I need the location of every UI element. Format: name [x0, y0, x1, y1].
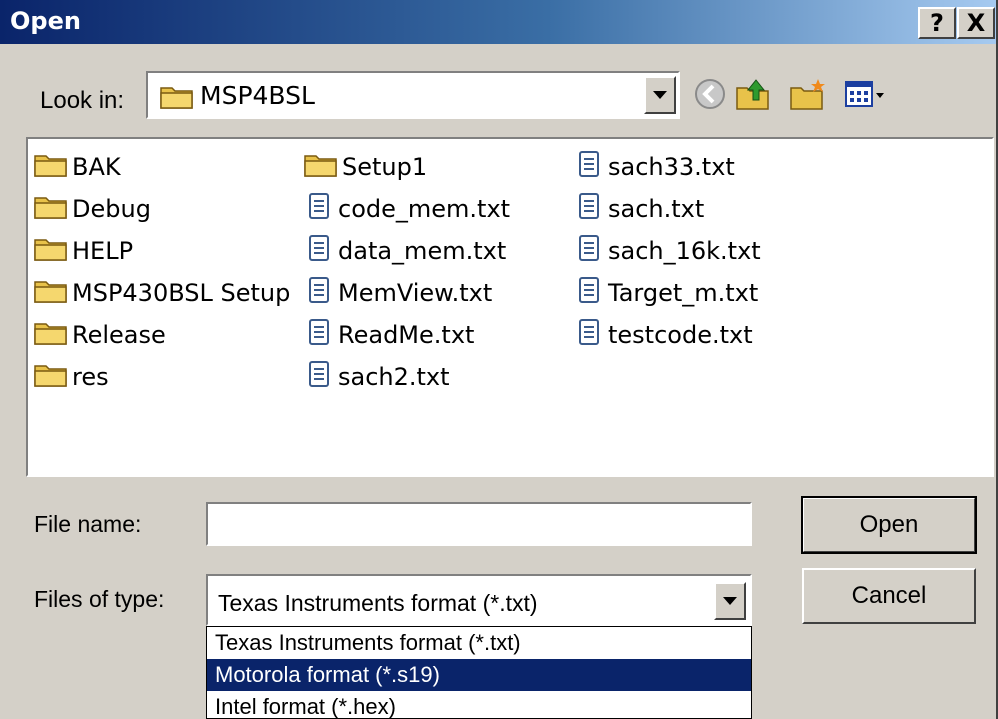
list-item[interactable]: MemView.txt	[304, 276, 492, 310]
list-item[interactable]: sach33.txt	[574, 150, 735, 184]
open-dialog: Open ? X Look in: MSP4BSL BAK Debug HELP…	[0, 0, 998, 719]
text-file-icon	[304, 359, 338, 395]
file-name: Debug	[72, 195, 151, 223]
list-item[interactable]: testcode.txt	[574, 318, 753, 352]
new-folder-icon[interactable]	[788, 76, 828, 117]
text-file-icon	[574, 191, 608, 227]
cancel-button[interactable]: Cancel	[802, 568, 976, 624]
dropdown-option[interactable]: Intel format (*.hex)	[207, 691, 751, 718]
look-in-dropdown-button[interactable]	[644, 76, 676, 114]
folder-icon	[34, 277, 72, 309]
dropdown-option-selected[interactable]: Motorola format (*.s19)	[207, 659, 751, 691]
file-name: BAK	[72, 153, 121, 181]
file-name: data_mem.txt	[338, 237, 507, 265]
files-of-type-label: Files of type:	[34, 586, 165, 612]
text-file-icon	[574, 317, 608, 353]
chevron-down-icon	[723, 597, 737, 605]
file-name: sach33.txt	[608, 153, 735, 181]
close-button[interactable]: X	[957, 7, 995, 39]
folder-icon	[34, 193, 72, 225]
chevron-down-icon	[653, 91, 667, 99]
file-name: HELP	[72, 237, 134, 265]
file-name: sach2.txt	[338, 363, 450, 391]
file-name-field[interactable]	[206, 502, 752, 546]
file-name: MemView.txt	[338, 279, 493, 307]
dialog-title: Open	[10, 7, 81, 35]
text-file-icon	[304, 317, 338, 353]
file-name: ReadMe.txt	[338, 321, 475, 349]
folder-icon	[34, 319, 72, 351]
list-item[interactable]: Debug	[34, 192, 151, 226]
text-file-icon	[574, 149, 608, 185]
text-file-icon	[574, 233, 608, 269]
list-item[interactable]: sach2.txt	[304, 360, 450, 394]
file-list[interactable]: BAK Debug HELP MSP430BSL Setup Release r…	[26, 137, 994, 477]
look-in-value: MSP4BSL	[200, 81, 315, 110]
list-item[interactable]: BAK	[34, 150, 121, 184]
file-type-dropdown-list[interactable]: Texas Instruments format (*.txt) Motorol…	[206, 626, 752, 719]
files-of-type-dropdown-button[interactable]	[714, 582, 746, 620]
file-name: sach_16k.txt	[608, 237, 761, 265]
list-item[interactable]: MSP430BSL Setup	[34, 276, 290, 310]
look-in-label: Look in:	[40, 87, 125, 114]
folder-icon	[34, 361, 72, 393]
list-item[interactable]: Target_m.txt	[574, 276, 758, 310]
list-item[interactable]: res	[34, 360, 109, 394]
list-item[interactable]: Setup1	[304, 150, 427, 184]
files-of-type-value: Texas Instruments format (*.txt)	[218, 590, 538, 616]
text-file-icon	[304, 233, 338, 269]
back-icon[interactable]	[692, 76, 728, 117]
list-item[interactable]: ReadMe.txt	[304, 318, 474, 352]
file-name: testcode.txt	[608, 321, 753, 349]
view-menu-icon[interactable]	[842, 76, 888, 117]
folder-icon	[34, 151, 72, 183]
folder-icon	[160, 83, 194, 114]
file-name: code_mem.txt	[338, 195, 511, 223]
dropdown-option[interactable]: Texas Instruments format (*.txt)	[207, 627, 751, 659]
list-item[interactable]: HELP	[34, 234, 133, 268]
file-name-label: File name:	[34, 511, 142, 537]
up-folder-icon[interactable]	[734, 76, 774, 117]
open-button[interactable]: Open	[801, 496, 977, 554]
folder-icon	[34, 235, 72, 267]
list-item[interactable]: Release	[34, 318, 166, 352]
file-name: res	[72, 363, 109, 391]
file-name: Target_m.txt	[608, 279, 759, 307]
file-name: MSP430BSL Setup	[72, 279, 291, 307]
file-name: sach.txt	[608, 195, 705, 223]
look-in-combo[interactable]: MSP4BSL	[146, 71, 680, 119]
title-bar[interactable]: Open ? X	[0, 0, 996, 44]
file-name: Release	[72, 321, 166, 349]
file-name: Setup1	[342, 153, 428, 181]
files-of-type-combo[interactable]: Texas Instruments format (*.txt)	[206, 574, 752, 626]
text-file-icon	[574, 275, 608, 311]
text-file-icon	[304, 275, 338, 311]
help-button[interactable]: ?	[918, 7, 956, 39]
list-item[interactable]: data_mem.txt	[304, 234, 506, 268]
folder-icon	[304, 151, 342, 183]
text-file-icon	[304, 191, 338, 227]
list-item[interactable]: sach.txt	[574, 192, 704, 226]
list-item[interactable]: code_mem.txt	[304, 192, 510, 226]
list-item[interactable]: sach_16k.txt	[574, 234, 761, 268]
